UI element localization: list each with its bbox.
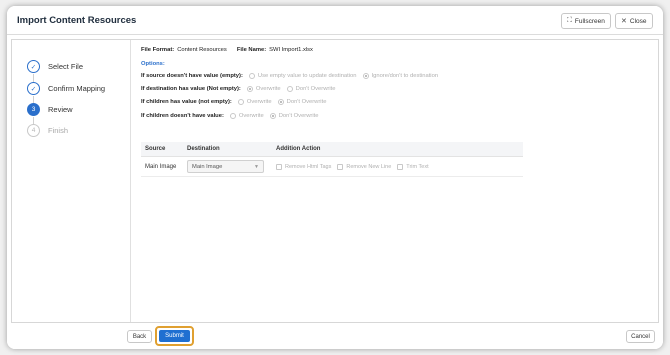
back-button[interactable]: Back: [127, 330, 152, 343]
radio-label: Don't Overwrite: [295, 86, 336, 92]
file-name-value: SWI Import1.xlsx: [269, 47, 313, 53]
destination-select[interactable]: Main Image ▼: [187, 160, 264, 173]
chevron-down-icon: ▼: [254, 163, 259, 170]
radio-label: Don't Overwrite: [278, 113, 319, 119]
option-row: If source doesn't have value (empty): Us…: [141, 73, 438, 79]
submit-highlight: Submit: [155, 326, 194, 346]
header-destination: Destination: [187, 146, 220, 152]
dialog-body: ✓ Select File ✓ Confirm Mapping 3 Review…: [11, 39, 659, 323]
radio-selected-icon: [246, 86, 253, 92]
step-label: Select File: [48, 62, 84, 71]
fullscreen-button[interactable]: ⛶ Fullscreen: [561, 13, 611, 29]
table-header: Source Destination Addition Action: [141, 142, 523, 157]
radio-selected-icon: [362, 73, 369, 79]
close-button[interactable]: ✕ Close: [615, 13, 653, 29]
radio-label: Ignore/don't to destination: [371, 73, 439, 79]
option-question: If children has value (not empty):: [141, 99, 232, 105]
radio-label: Use empty value to update destination: [257, 73, 357, 79]
radio-icon: [237, 99, 244, 105]
radio-option[interactable]: Ignore/don't to destination: [362, 73, 439, 79]
step-number: 4: [27, 124, 40, 137]
step-label: Review: [48, 105, 73, 114]
step-connector: [33, 74, 34, 82]
import-dialog: Import Content Resources ⛶ Fullscreen ✕ …: [7, 6, 663, 349]
step-finish: 4 Finish: [27, 124, 68, 137]
radio-selected-icon: [277, 99, 284, 105]
option-row: If destination has value (Not empty): Ov…: [141, 86, 335, 92]
step-select-file: ✓ Select File: [27, 60, 83, 73]
checkbox-icon: [337, 163, 344, 170]
checkbox-remove-new-line[interactable]: Remove New Line: [337, 163, 392, 170]
radio-option[interactable]: Don't Overwrite: [269, 113, 319, 119]
radio-option[interactable]: Overwrite: [237, 99, 272, 105]
close-icon: ✕: [621, 18, 627, 25]
file-format-value: Content Resources: [177, 47, 227, 53]
checkbox-icon: [276, 163, 282, 170]
file-info: File Format: Content Resources File Name…: [141, 47, 313, 53]
option-row: If children has value (not empty): Overw…: [141, 99, 326, 105]
radio-label: Overwrite: [255, 86, 281, 92]
cancel-button[interactable]: Cancel: [626, 330, 655, 343]
options-heading: Options:: [141, 61, 165, 67]
dialog-footer: Back Submit Cancel: [7, 324, 663, 349]
radio-icon: [286, 86, 293, 92]
radio-option[interactable]: Don't Overwrite: [286, 86, 336, 92]
step-confirm-mapping: ✓ Confirm Mapping: [27, 82, 105, 95]
step-number: 3: [27, 103, 40, 116]
fullscreen-label: Fullscreen: [574, 17, 605, 25]
mapping-table: Source Destination Addition Action Main …: [141, 142, 523, 177]
radio-icon: [229, 113, 236, 119]
radio-label: Overwrite: [246, 99, 272, 105]
row-source: Main Image: [145, 163, 177, 170]
radio-option[interactable]: Overwrite: [246, 86, 281, 92]
file-format-label: File Format:: [141, 47, 175, 53]
header-source: Source: [145, 146, 166, 152]
radio-icon: [248, 73, 255, 79]
dialog-header: Import Content Resources ⛶ Fullscreen ✕ …: [7, 6, 663, 35]
step-list: ✓ Select File ✓ Confirm Mapping 3 Review…: [12, 40, 131, 322]
submit-button[interactable]: Submit: [159, 330, 190, 342]
radio-selected-icon: [269, 113, 276, 119]
step-label: Confirm Mapping: [48, 84, 106, 93]
review-panel: File Format: Content Resources File Name…: [137, 40, 659, 322]
dialog-title: Import Content Resources: [17, 15, 137, 26]
options-label: Options:: [141, 61, 165, 67]
option-question: If source doesn't have value (empty):: [141, 73, 243, 79]
radio-option[interactable]: Overwrite: [229, 113, 264, 119]
checkbox-remove-html-tags[interactable]: Remove Html Tags: [276, 163, 332, 170]
destination-cell: Main Image ▼: [187, 157, 264, 176]
checkbox-icon: [397, 163, 404, 170]
checkbox-trim-text[interactable]: Trim Text: [397, 163, 429, 170]
checkbox-label: Remove New Line: [346, 163, 392, 170]
option-row: If children doesn't have value: Overwrit…: [141, 113, 318, 119]
step-review: 3 Review: [27, 103, 73, 116]
close-label: Close: [629, 17, 647, 25]
checkbox-label: Trim Text: [406, 163, 429, 170]
header-addition-action: Addition Action: [276, 146, 321, 152]
select-value: Main Image: [192, 163, 223, 170]
radio-option[interactable]: Don't Overwrite: [277, 99, 327, 105]
checkbox-label: Remove Html Tags: [285, 163, 332, 170]
option-question: If children doesn't have value:: [141, 113, 224, 119]
file-name-label: File Name:: [236, 47, 267, 53]
radio-label: Overwrite: [238, 113, 264, 119]
step-label: Finish: [48, 126, 69, 135]
check-icon: ✓: [27, 82, 40, 95]
actions-cell: Remove Html Tags Remove New Line Trim Te…: [276, 157, 435, 176]
fullscreen-icon: ⛶: [567, 17, 572, 24]
option-question: If destination has value (Not empty):: [141, 86, 241, 92]
table-row: Main Image Main Image ▼ Remove Html Tags…: [141, 157, 523, 177]
radio-option[interactable]: Use empty value to update destination: [248, 73, 357, 79]
check-icon: ✓: [27, 60, 40, 73]
radio-label: Don't Overwrite: [286, 99, 327, 105]
